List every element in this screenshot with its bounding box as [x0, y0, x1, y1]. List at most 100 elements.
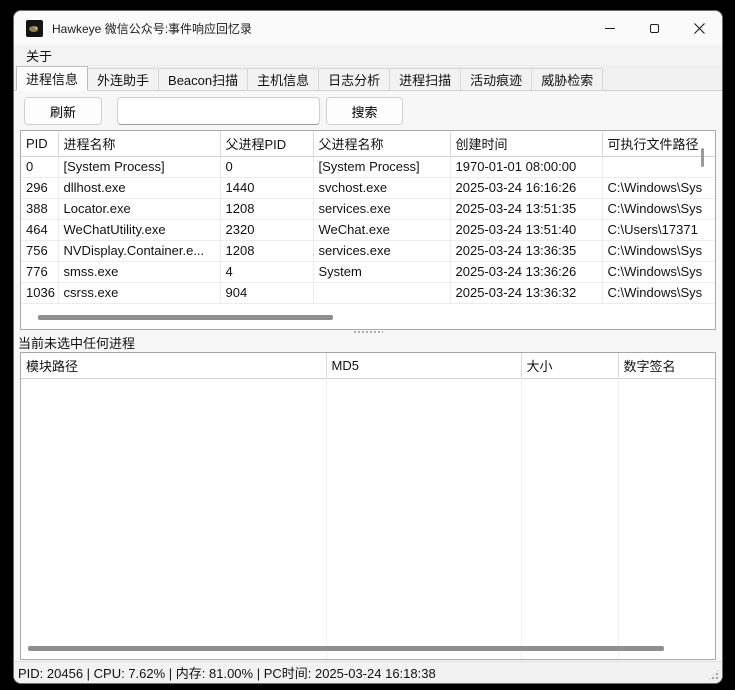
table-cell[interactable]: C:\Windows\Sys: [602, 261, 715, 282]
toolbar: 刷新 搜索: [24, 97, 403, 125]
table-cell[interactable]: C:\Windows\Sys: [602, 282, 715, 303]
table-cell[interactable]: 2025-03-24 13:51:40: [450, 219, 602, 240]
column-header[interactable]: 进程名称: [58, 131, 220, 156]
table-cell[interactable]: C:\Users\17371: [602, 219, 715, 240]
column-header[interactable]: 创建时间: [450, 131, 602, 156]
maximize-button[interactable]: [632, 11, 677, 45]
table-cell[interactable]: Locator.exe: [58, 198, 220, 219]
table-cell[interactable]: dllhost.exe: [58, 177, 220, 198]
column-header[interactable]: 数字签名: [618, 353, 715, 378]
table-cell[interactable]: C:\Windows\Sys: [602, 198, 715, 219]
table-cell[interactable]: [602, 156, 715, 177]
table-cell[interactable]: 0: [21, 156, 58, 177]
table-cell[interactable]: 2025-03-24 16:16:26: [450, 177, 602, 198]
table-cell[interactable]: [System Process]: [58, 156, 220, 177]
close-icon: [694, 23, 705, 34]
tab-item-3[interactable]: 主机信息: [247, 68, 319, 90]
tab-pane: 刷新 搜索 PID进程名称父进程PID父进程名称创建时间可执行文件路径 0[Sy…: [14, 91, 722, 661]
table-cell[interactable]: 904: [220, 282, 313, 303]
column-header[interactable]: 父进程PID: [220, 131, 313, 156]
table-cell[interactable]: C:\Windows\Sys: [602, 240, 715, 261]
title-bar[interactable]: Hawkeye 微信公众号:事件响应回忆录: [14, 11, 722, 45]
column-header[interactable]: MD5: [326, 353, 521, 378]
table-cell[interactable]: 1208: [220, 198, 313, 219]
window-controls: [587, 11, 722, 45]
table-cell[interactable]: 2025-03-24 13:36:26: [450, 261, 602, 282]
column-header[interactable]: PID: [21, 131, 58, 156]
process-table-header-row: PID进程名称父进程PID父进程名称创建时间可执行文件路径: [21, 131, 715, 156]
table-cell[interactable]: 4: [220, 261, 313, 282]
table-row[interactable]: 1036csrss.exe904 2025-03-24 13:36:32C:\Wi…: [21, 282, 715, 303]
process-table: PID进程名称父进程PID父进程名称创建时间可执行文件路径 0[System P…: [21, 131, 715, 304]
table-cell[interactable]: 756: [21, 240, 58, 261]
process-table-panel: PID进程名称父进程PID父进程名称创建时间可执行文件路径 0[System P…: [20, 130, 716, 330]
status-bar: PID: 20456 | CPU: 7.62% | 内存: 81.00% | P…: [14, 661, 722, 683]
tab-item-7[interactable]: 威胁检索: [531, 68, 603, 90]
column-header[interactable]: 模块路径: [21, 353, 326, 378]
table-cell[interactable]: 0: [220, 156, 313, 177]
table-row[interactable]: 756NVDisplay.Container.e...1208services.…: [21, 240, 715, 261]
tab-item-2[interactable]: Beacon扫描: [158, 68, 248, 90]
table-cell[interactable]: NVDisplay.Container.e...: [58, 240, 220, 261]
table-cell[interactable]: 388: [21, 198, 58, 219]
column-header[interactable]: 可执行文件路径: [602, 131, 715, 156]
window-title: Hawkeye 微信公众号:事件响应回忆录: [52, 20, 252, 37]
table-cell[interactable]: [313, 282, 450, 303]
refresh-button[interactable]: 刷新: [24, 97, 102, 125]
resize-grip-icon[interactable]: [707, 668, 720, 681]
menu-item-about[interactable]: 关于: [19, 45, 59, 66]
table-cell[interactable]: 776: [21, 261, 58, 282]
selection-status-label: 当前未选中任何进程: [18, 333, 135, 352]
table-row[interactable]: 0[System Process]0[System Process]1970-0…: [21, 156, 715, 177]
table-cell[interactable]: 1970-01-01 08:00:00: [450, 156, 602, 177]
app-icon[interactable]: [26, 20, 43, 37]
table-cell[interactable]: services.exe: [313, 240, 450, 261]
tab-item-1[interactable]: 外连助手: [87, 68, 159, 90]
status-text: PID: 20456 | CPU: 7.62% | 内存: 81.00% | P…: [18, 663, 436, 682]
table-cell[interactable]: smss.exe: [58, 261, 220, 282]
tab-item-5[interactable]: 进程扫描: [389, 68, 461, 90]
table-cell[interactable]: 2025-03-24 13:51:35: [450, 198, 602, 219]
splitter-dots-icon: [353, 331, 383, 333]
table-cell[interactable]: 1208: [220, 240, 313, 261]
table-cell[interactable]: 296: [21, 177, 58, 198]
table-cell[interactable]: svchost.exe: [313, 177, 450, 198]
table-cell[interactable]: 1036: [21, 282, 58, 303]
menu-bar: 关于: [14, 45, 722, 65]
tab-item-4[interactable]: 日志分析: [318, 68, 390, 90]
module-table: 模块路径MD5大小数字签名: [21, 353, 715, 379]
table-cell[interactable]: 2025-03-24 13:36:35: [450, 240, 602, 261]
column-header[interactable]: 大小: [521, 353, 618, 378]
table-cell[interactable]: 2320: [220, 219, 313, 240]
module-table-horizontal-scrollbar[interactable]: [28, 646, 664, 651]
table-cell[interactable]: 464: [21, 219, 58, 240]
table-cell[interactable]: WeChatUtility.exe: [58, 219, 220, 240]
table-cell[interactable]: 1440: [220, 177, 313, 198]
close-button[interactable]: [677, 11, 722, 45]
table-row[interactable]: 776smss.exe4System2025-03-24 13:36:26C:\…: [21, 261, 715, 282]
tab-item-0[interactable]: 进程信息: [16, 66, 88, 91]
minimize-button[interactable]: [587, 11, 632, 45]
table-row[interactable]: 464WeChatUtility.exe2320WeChat.exe2025-0…: [21, 219, 715, 240]
module-table-panel: 模块路径MD5大小数字签名: [20, 352, 716, 660]
process-table-vertical-scrollbar[interactable]: [701, 148, 704, 167]
table-cell[interactable]: 2025-03-24 13:36:32: [450, 282, 602, 303]
module-table-header-row: 模块路径MD5大小数字签名: [21, 353, 715, 378]
minimize-icon: [605, 28, 615, 29]
search-button[interactable]: 搜索: [326, 97, 403, 125]
maximize-icon: [650, 24, 659, 33]
tab-bar: 进程信息外连助手Beacon扫描主机信息日志分析进程扫描活动痕迹威胁检索: [14, 65, 722, 91]
table-cell[interactable]: [System Process]: [313, 156, 450, 177]
table-cell[interactable]: C:\Windows\Sys: [602, 177, 715, 198]
module-table-gridlines: [21, 378, 715, 659]
table-cell[interactable]: WeChat.exe: [313, 219, 450, 240]
table-cell[interactable]: System: [313, 261, 450, 282]
process-table-horizontal-scrollbar[interactable]: [38, 315, 333, 320]
column-header[interactable]: 父进程名称: [313, 131, 450, 156]
table-row[interactable]: 388Locator.exe1208services.exe2025-03-24…: [21, 198, 715, 219]
search-input[interactable]: [117, 97, 320, 125]
table-cell[interactable]: csrss.exe: [58, 282, 220, 303]
tab-item-6[interactable]: 活动痕迹: [460, 68, 532, 90]
table-row[interactable]: 296dllhost.exe1440svchost.exe2025-03-24 …: [21, 177, 715, 198]
table-cell[interactable]: services.exe: [313, 198, 450, 219]
